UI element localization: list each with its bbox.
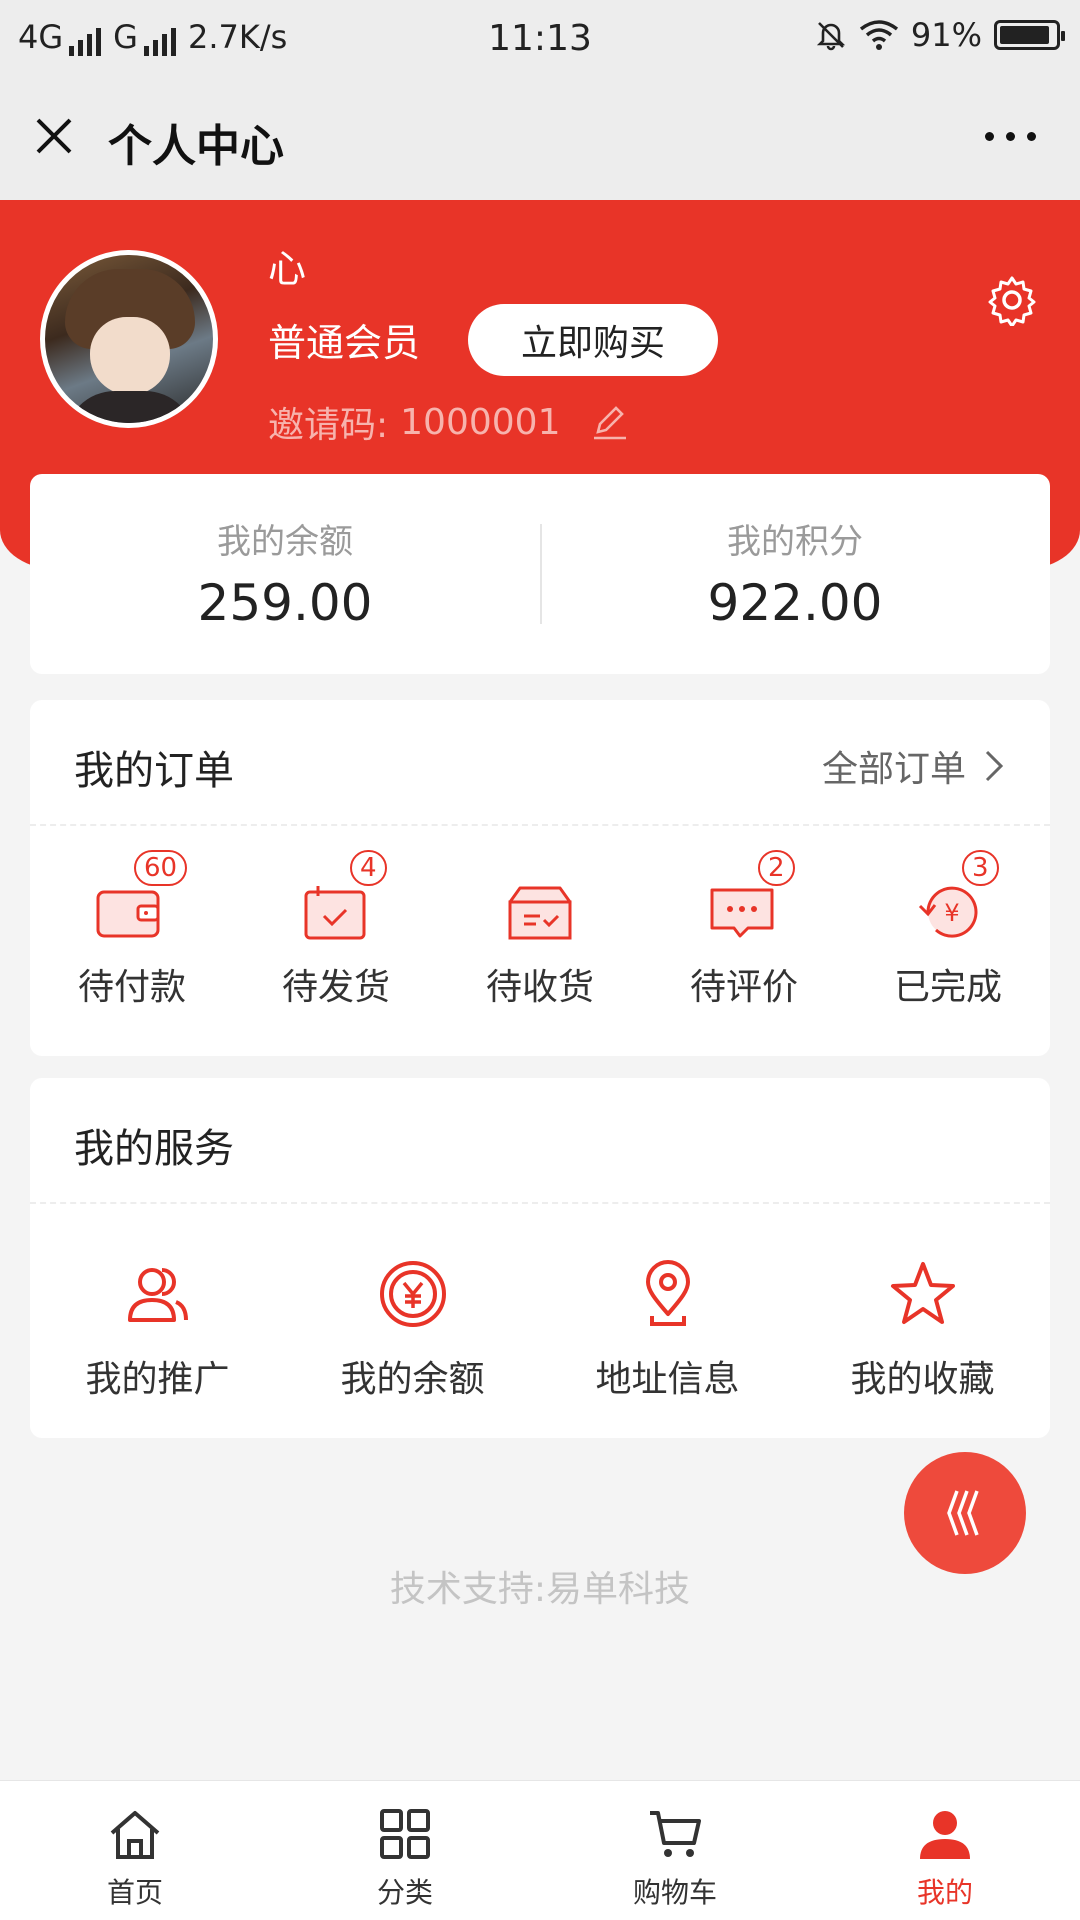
status-right: 91% [815, 16, 1065, 54]
tab-home[interactable]: 首页 [0, 1781, 270, 1920]
grid-icon [380, 1809, 430, 1859]
star-icon [891, 1262, 955, 1324]
battery-fill [1000, 26, 1049, 44]
tab-label: 分类 [376, 1876, 433, 1909]
cart-icon [650, 1811, 701, 1857]
home-icon [110, 1811, 160, 1859]
battery-percent: 91% [910, 16, 982, 54]
mute-bell-icon [816, 22, 846, 51]
chevrons-icon [947, 1490, 979, 1536]
service-label: 我的收藏 [850, 1359, 995, 1400]
order-pending-receipt[interactable]: 待收货 [438, 850, 642, 1030]
points-value: 922.00 [707, 574, 883, 632]
orders-card: 我的订单 全部订单 60 待付款 4 待发货 待收货 2 待评价 ¥ 3 已完成 [30, 700, 1050, 1056]
order-pending-payment[interactable]: 60 待付款 [30, 850, 234, 1030]
order-pending-shipment[interactable]: 4 待发货 [234, 850, 438, 1030]
order-label: 待发货 [281, 967, 390, 1008]
more-icon[interactable] [985, 132, 1036, 141]
order-label: 待付款 [77, 967, 186, 1008]
divider [30, 1202, 1050, 1204]
member-level: 普通会员 [268, 321, 421, 365]
orders-title: 我的订单 [74, 748, 234, 794]
all-orders-link[interactable]: 全部订单 [822, 740, 1004, 792]
service-label: 地址信息 [595, 1359, 740, 1400]
location-pin-icon [646, 1260, 690, 1326]
tab-cart[interactable]: 购物车 [540, 1781, 810, 1920]
tech-support-note: 技术支持:易单科技 [389, 1569, 691, 1610]
balance-label: 我的余额 [217, 522, 353, 562]
buy-now-button[interactable]: 立即购买 [468, 304, 718, 376]
order-label: 待评价 [689, 967, 798, 1008]
wifi-icon [859, 20, 898, 50]
order-completed[interactable]: ¥ 3 已完成 [846, 850, 1050, 1030]
box-icon [508, 886, 572, 940]
yen-coin-icon [380, 1261, 446, 1327]
tab-mine[interactable]: 我的 [810, 1781, 1080, 1920]
page-title: 个人中心 [108, 121, 284, 172]
service-favorites[interactable]: 我的收藏 [795, 1258, 1050, 1408]
points-label: 我的积分 [727, 522, 863, 562]
tab-category[interactable]: 分类 [270, 1781, 540, 1920]
users-icon [128, 1268, 188, 1322]
order-badge: 2 [758, 850, 795, 886]
invite-label: 邀请码: [268, 405, 389, 446]
gear-icon[interactable] [986, 274, 1038, 326]
nav-bar: 个人中心 [0, 76, 1080, 200]
all-orders-label: 全部订单 [821, 749, 966, 790]
tab-label: 首页 [106, 1876, 163, 1909]
order-label: 待收货 [485, 967, 594, 1008]
order-label: 已完成 [893, 967, 1002, 1008]
order-badge: 60 [134, 850, 188, 886]
service-label: 我的推广 [85, 1359, 230, 1400]
balance-value: 259.00 [197, 574, 373, 632]
service-balance[interactable]: 我的余额 [285, 1258, 540, 1408]
user-icon [920, 1811, 970, 1859]
balance-card: 我的余额 259.00 我的积分 922.00 [30, 474, 1050, 674]
order-badge: 4 [350, 850, 387, 886]
order-badge: 3 [962, 850, 999, 886]
order-pending-review[interactable]: 2 待评价 [642, 850, 846, 1030]
divider [30, 824, 1050, 826]
service-label: 我的余额 [340, 1359, 485, 1400]
invite-code-row: 邀请码: 1000001 [268, 396, 630, 448]
chevron-right-icon [985, 750, 1004, 782]
tab-label: 购物车 [632, 1876, 717, 1909]
avatar[interactable] [40, 250, 218, 428]
svg-text:¥: ¥ [944, 899, 959, 927]
close-icon[interactable] [30, 112, 78, 160]
my-points[interactable]: 我的积分 922.00 [540, 474, 1050, 674]
my-balance[interactable]: 我的余额 259.00 [30, 474, 540, 674]
edit-icon[interactable] [590, 402, 630, 442]
status-bar: 4G G 2.7K/s 11:13 91% [0, 0, 1080, 76]
user-name: 心 [268, 247, 307, 291]
invite-code: 1000001 [400, 401, 561, 443]
service-promotion[interactable]: 我的推广 [30, 1258, 285, 1408]
battery-icon [994, 20, 1065, 50]
tab-bar: 首页 分类 购物车 我的 [0, 1780, 1080, 1920]
service-address[interactable]: 地址信息 [540, 1258, 795, 1408]
tab-label: 我的 [916, 1876, 973, 1909]
floating-menu-button[interactable] [904, 1452, 1026, 1574]
services-card: 我的服务 我的推广 我的余额 地址信息 我的收藏 [30, 1078, 1050, 1438]
services-title: 我的服务 [74, 1126, 234, 1172]
